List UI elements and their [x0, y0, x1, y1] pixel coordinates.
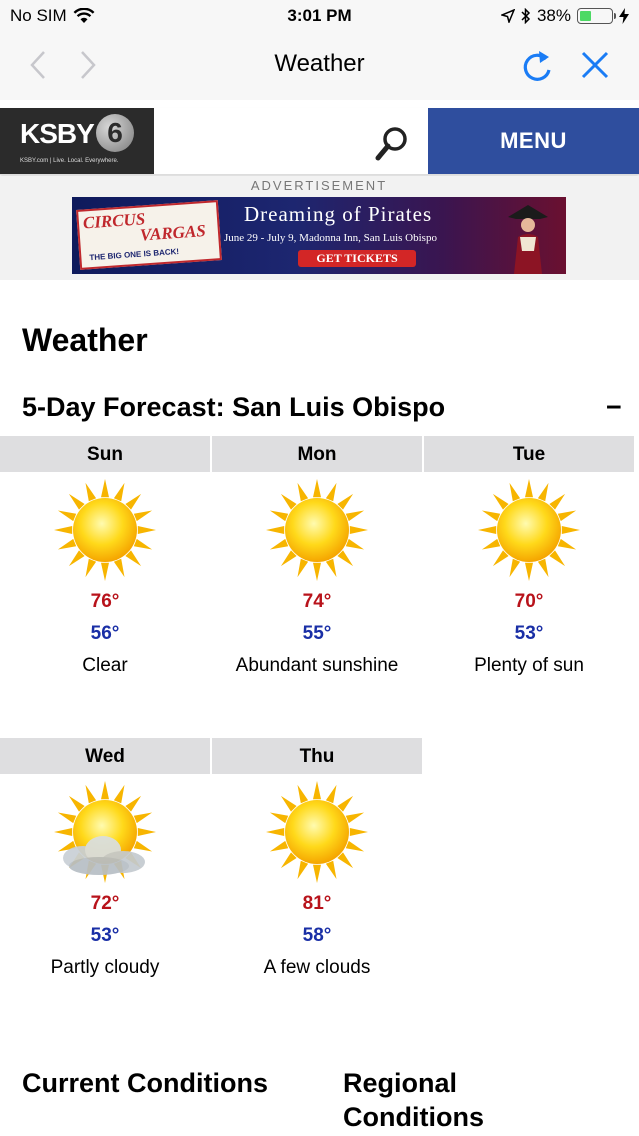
ad-banner[interactable]: CIRCUS VARGAS THE BIG ONE IS BACK! Dream… — [72, 197, 566, 274]
day-label: Mon — [212, 436, 422, 472]
current-conditions-heading: Current Conditions — [22, 1068, 268, 1098]
search-icon[interactable] — [372, 124, 412, 164]
ad-headline: Dreaming of Pirates — [244, 202, 433, 226]
logo-number: 6 — [96, 114, 134, 152]
site-header: KSBY 6 KSBY.com | Live. Local. Everywher… — [0, 108, 639, 175]
sun-icon — [265, 478, 369, 582]
condition-text: Partly cloudy — [50, 957, 160, 978]
reload-icon[interactable] — [520, 46, 554, 84]
high-temp: 76° — [90, 591, 120, 612]
partly-cloudy-icon — [53, 780, 157, 884]
sun-icon — [477, 478, 581, 582]
high-temp: 70° — [514, 591, 544, 612]
status-bar: No SIM 3:01 PM 38% — [0, 0, 639, 32]
close-icon[interactable] — [578, 48, 612, 82]
status-right: 38% — [500, 6, 629, 26]
day-label: Thu — [212, 738, 422, 774]
logo-text: KSBY — [20, 118, 95, 149]
battery-percent: 38% — [536, 6, 571, 25]
forecast-title: 5-Day Forecast: San Luis Obispo — [22, 392, 446, 422]
high-temp: 74° — [302, 591, 332, 612]
forecast-day-card: Mon 74° 55° Abundant sunshine — [212, 436, 422, 686]
forecast-day-card: Sun 76° 56° Clear — [0, 436, 210, 686]
sun-icon — [53, 478, 157, 582]
logo-tagline: KSBY.com | Live. Local. Everywhere. — [20, 158, 119, 164]
collapse-button[interactable]: − — [606, 392, 622, 423]
condition-text: Clear — [82, 655, 128, 676]
page-title: Weather — [22, 322, 148, 358]
low-temp: 58° — [302, 925, 332, 946]
bluetooth-icon — [521, 8, 531, 24]
menu-button[interactable]: MENU — [428, 108, 639, 174]
low-temp: 53° — [90, 925, 120, 946]
sun-icon — [265, 780, 369, 884]
regional-conditions-heading: Regional Conditions — [343, 1068, 484, 1132]
charging-bolt-icon — [619, 8, 629, 24]
day-label: Tue — [424, 436, 634, 472]
condition-text: Abundant sunshine — [235, 655, 399, 676]
ad-line2: VARGAS — [139, 221, 207, 245]
day-label: Sun — [0, 436, 210, 472]
forecast-day-card: Tue 70° 53° Plenty of sun — [424, 436, 634, 686]
ad-line1: CIRCUS — [82, 209, 146, 233]
ad-zone: ADVERTISEMENT CIRCUS VARGAS THE BIG ONE … — [0, 176, 639, 280]
forecast-day-card: Wed 72° 53° Partly cloudy — [0, 738, 210, 988]
condition-text: A few clouds — [263, 957, 371, 978]
ad-line3: THE BIG ONE IS BACK! — [89, 246, 180, 263]
low-temp: 55° — [302, 623, 332, 644]
pirate-figure-icon — [508, 205, 548, 274]
high-temp: 72° — [90, 893, 120, 914]
ad-label: ADVERTISEMENT — [250, 178, 388, 193]
location-arrow-icon — [500, 9, 515, 23]
high-temp: 81° — [302, 893, 332, 914]
low-temp: 56° — [90, 623, 120, 644]
day-label: Wed — [0, 738, 210, 774]
get-tickets-button[interactable]: GET TICKETS — [298, 250, 416, 267]
condition-text: Plenty of sun — [474, 655, 584, 676]
battery-icon — [577, 8, 616, 24]
browser-nav-bar: Weather — [0, 32, 639, 100]
forecast-day-card: Thu 81° 58° A few clouds — [212, 738, 422, 988]
ksby-logo[interactable]: KSBY 6 KSBY.com | Live. Local. Everywher… — [0, 108, 154, 174]
ad-dates: June 29 - July 9, Madonna Inn, San Luis … — [224, 232, 437, 244]
circus-vargas-logo: CIRCUS VARGAS THE BIG ONE IS BACK! — [76, 200, 222, 270]
low-temp: 53° — [514, 623, 544, 644]
